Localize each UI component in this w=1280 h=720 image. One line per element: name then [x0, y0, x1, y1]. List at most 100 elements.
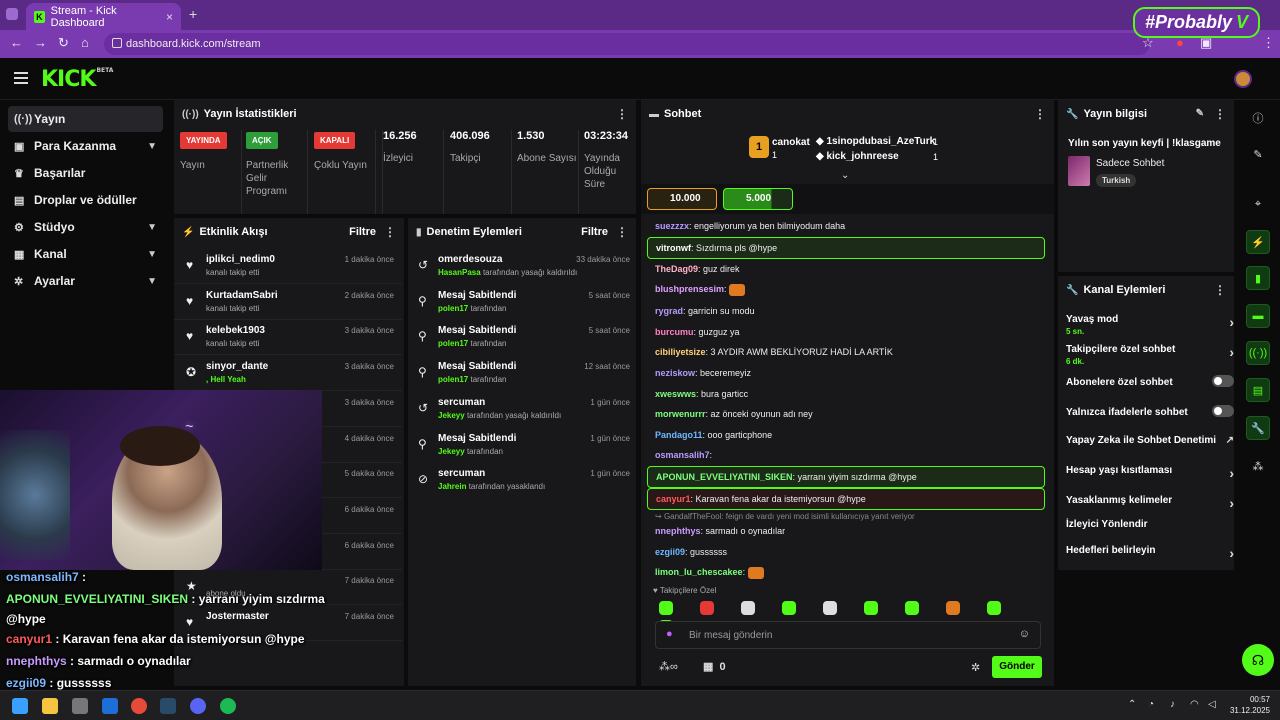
- bolt-icon[interactable]: ⚡: [1246, 230, 1270, 254]
- goal-pill[interactable]: 5.000: [723, 188, 793, 210]
- moderation-target[interactable]: sercuman: [438, 397, 485, 408]
- file-explorer-icon[interactable]: [42, 698, 58, 714]
- activity-row[interactable]: ✪ sinyor_dante , Hell Yeah 3 dakika önce: [174, 355, 402, 392]
- channel-action-5[interactable]: Yapay Zeka ile Sohbet Denetimi ↗: [1066, 435, 1234, 446]
- activity-username[interactable]: Jostermaster: [206, 611, 269, 622]
- info-icon[interactable]: ⓘ: [1246, 106, 1270, 130]
- moderation-target[interactable]: Mesaj Sabitlendi: [438, 361, 516, 372]
- moderation-row[interactable]: ↺ sercuman Jekeyy tarafından yasağı kald…: [408, 391, 636, 427]
- store-icon[interactable]: [72, 698, 88, 714]
- browser-menu-icon[interactable]: ⋮: [1262, 35, 1275, 51]
- chat-message[interactable]: Pandago11: ooo garticphone: [647, 425, 1045, 445]
- chat-username[interactable]: cibiliyetsize: [655, 347, 706, 357]
- network-icon[interactable]: ◔: [1148, 699, 1154, 710]
- community-icon[interactable]: ⁂∞: [659, 660, 678, 673]
- channel-action-1[interactable]: Yavaş mod 5 sn. ›: [1066, 314, 1234, 336]
- discord-icon[interactable]: [190, 698, 206, 714]
- broadcast-icon[interactable]: ((·)): [1246, 341, 1270, 365]
- moderation-target[interactable]: sercuman: [438, 468, 485, 479]
- chat-message[interactable]: TheDag09: guz direk: [647, 259, 1045, 279]
- chat-input[interactable]: ● Bir mesaj gönderin ☺: [655, 621, 1041, 649]
- chat-username[interactable]: suezzzx: [655, 221, 689, 231]
- chat-message[interactable]: limon_lu_chescakee:: [647, 562, 1045, 583]
- activity-username[interactable]: KurtadamSabri: [206, 290, 278, 301]
- filter-button[interactable]: Filtre: [581, 226, 608, 238]
- chat-message[interactable]: blushprensesim:: [647, 279, 1045, 300]
- channel-action-7[interactable]: Yasaklanmış kelimeler ›: [1066, 495, 1234, 511]
- moderation-row[interactable]: ⊘ sercuman Jahrein tarafından yasaklandı…: [408, 462, 636, 498]
- moderation-row[interactable]: ⚲ Mesaj Sabitlendi polen17 tarafından 12…: [408, 355, 636, 391]
- video-icon[interactable]: ▤: [1246, 378, 1270, 402]
- site-info-icon[interactable]: [112, 38, 122, 48]
- outlook-icon[interactable]: [102, 698, 118, 714]
- moderation-target[interactable]: Mesaj Sabitlendi: [438, 325, 516, 336]
- channel-action-8[interactable]: İzleyici Yönlendir: [1066, 519, 1226, 530]
- edit-icon[interactable]: ✎: [1196, 108, 1204, 119]
- chat-username[interactable]: canyur1: [656, 494, 691, 504]
- support-headset-icon[interactable]: ☊: [1242, 644, 1274, 676]
- forward-icon[interactable]: →: [34, 35, 47, 50]
- mic-icon[interactable]: ♪: [1170, 699, 1175, 710]
- sidebar-item-yayin[interactable]: ((·)) Yayın: [8, 106, 163, 132]
- kick-logo[interactable]: KICKBETA: [41, 67, 113, 92]
- chat-username[interactable]: Pandago11: [655, 430, 703, 440]
- sidebar-item-droplar[interactable]: ▤ Droplar ve ödüller: [8, 187, 163, 213]
- chat-message[interactable]: suezzzx: engelliyorum ya ben bilmiyodum …: [647, 216, 1045, 236]
- more-options-icon[interactable]: ⋮: [1214, 107, 1226, 121]
- hamburger-menu-icon[interactable]: [14, 72, 28, 84]
- chat-message[interactable]: burcumu: guzguz ya: [647, 322, 1045, 342]
- channel-action-3[interactable]: Abonelere özel sohbet: [1066, 375, 1234, 388]
- chat-username[interactable]: vitronwf: [656, 243, 691, 253]
- moderation-target[interactable]: Mesaj Sabitlendi: [438, 290, 516, 301]
- moderation-row[interactable]: ⚲ Mesaj Sabitlendi polen17 tarafından 5 …: [408, 284, 636, 320]
- chat-settings-icon[interactable]: ✲: [971, 661, 980, 674]
- chat-message[interactable]: osmansalih7:: [647, 445, 1045, 465]
- windows-start-icon[interactable]: [12, 698, 28, 714]
- chat-message[interactable]: canyur1: Karavan fena akar da istemiyors…: [647, 488, 1045, 510]
- browser-tab[interactable]: K Stream - Kick Dashboard ×: [26, 3, 181, 30]
- more-options-icon[interactable]: ⋮: [616, 107, 628, 121]
- spotify-icon[interactable]: [220, 698, 236, 714]
- chat-message[interactable]: nnephthys: sarmadı o oynadılar: [647, 521, 1045, 541]
- channel-action-6[interactable]: Hesap yaşı kısıtlaması ›: [1066, 465, 1234, 481]
- user-avatar[interactable]: [1234, 70, 1252, 88]
- leader-name[interactable]: ◆ 1sinopdubasi_AzeTurk: [816, 136, 935, 147]
- chat-message[interactable]: ezgii09: gussssss: [647, 542, 1045, 562]
- activity-username[interactable]: iplikci_nedim0: [206, 254, 275, 265]
- chat-username[interactable]: rygrad: [655, 306, 683, 316]
- home-icon[interactable]: ⌂: [81, 35, 89, 50]
- community-icon[interactable]: ⁂: [1246, 454, 1270, 478]
- chat-username[interactable]: TheDag09: [655, 264, 698, 274]
- chat-icon[interactable]: ▬: [1246, 304, 1270, 328]
- mic-icon[interactable]: ●: [666, 628, 673, 640]
- chat-username[interactable]: xweswws: [655, 389, 696, 399]
- chat-message[interactable]: vitronwf: Sızdırma pls @hype: [647, 236, 1045, 259]
- sidebar-item-basarilar[interactable]: ♛ Başarılar: [8, 160, 163, 186]
- collapse-leaderboard-icon[interactable]: ⌄: [841, 170, 849, 181]
- leader-name[interactable]: canokat: [772, 137, 810, 148]
- back-icon[interactable]: ←: [10, 35, 23, 50]
- activity-row[interactable]: ♥ iplikci_nedim0 kanalı takip etti 1 dak…: [174, 248, 402, 284]
- sidebar-item-kanal[interactable]: ▦ Kanal ▼: [8, 241, 163, 267]
- chat-username[interactable]: limon_lu_chescakee: [655, 567, 743, 577]
- emoji-icon[interactable]: ☺: [1019, 628, 1030, 640]
- chat-username[interactable]: blushprensesim: [655, 284, 724, 294]
- tag-badge[interactable]: Turkish: [1096, 174, 1137, 187]
- moderation-target[interactable]: Mesaj Sabitlendi: [438, 433, 516, 444]
- activity-row[interactable]: ♥ KurtadamSabri kanalı takip etti 2 daki…: [174, 284, 402, 320]
- toggle-switch[interactable]: [1212, 375, 1234, 387]
- activity-username[interactable]: kelebek1903: [206, 325, 265, 336]
- chat-username[interactable]: neziskow: [655, 368, 695, 378]
- channel-action-2[interactable]: Takipçilere özel sohbet 6 dk. ›: [1066, 344, 1234, 366]
- moderation-target[interactable]: omerdesouza: [438, 254, 502, 265]
- more-options-icon[interactable]: ⋮: [1214, 283, 1226, 297]
- activity-row[interactable]: ♥ kelebek1903 kanalı takip etti 3 dakika…: [174, 319, 402, 356]
- reload-icon[interactable]: ↻: [58, 35, 69, 51]
- chat-message[interactable]: rygrad: garricin su modu: [647, 301, 1045, 321]
- chat-username[interactable]: nnephthys: [655, 526, 701, 536]
- pen-icon[interactable]: ✎: [1246, 142, 1270, 166]
- clock[interactable]: 00:57 31.12.2025: [1226, 694, 1270, 716]
- sidebar-item-studyo[interactable]: ⚙ Stüdyo ▼: [8, 214, 163, 240]
- close-tab-icon[interactable]: ×: [166, 10, 173, 24]
- tray-chevron-icon[interactable]: ⌃: [1128, 699, 1136, 710]
